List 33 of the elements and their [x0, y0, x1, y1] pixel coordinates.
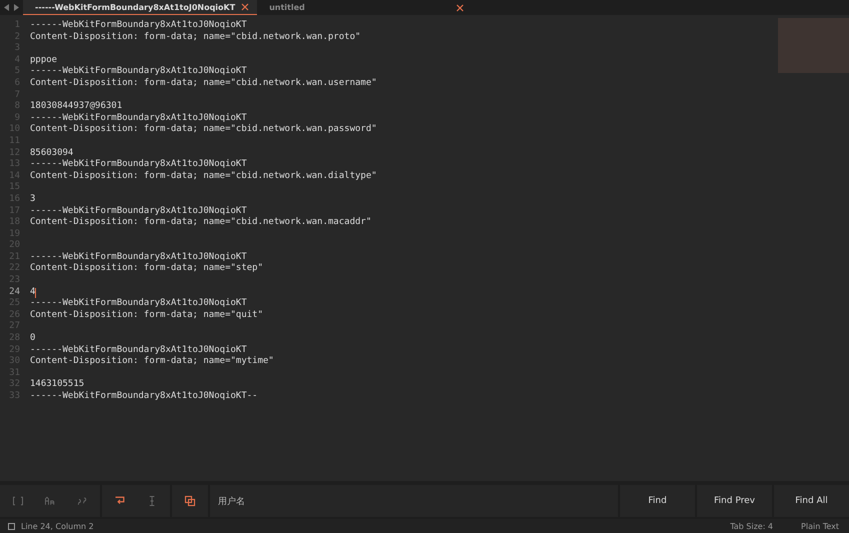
code-line: Content-Disposition: form-data; name="cbid.network.wan.proto"	[30, 32, 361, 44]
code-line: Content-Disposition: form-data; name="cbid.network.wan.password"	[30, 124, 377, 136]
code-line: 1463105515	[30, 379, 84, 391]
find-button[interactable]: Find	[620, 485, 695, 517]
code-line: ------WebKitFormBoundary8xAt1toJ0NoqioKT	[30, 66, 247, 78]
code-line: 0	[30, 333, 36, 345]
code-line: 4	[30, 286, 36, 298]
code-line: 18030844937@96301	[30, 101, 122, 113]
code-line: ------WebKitFormBoundary8xAt1toJ0NoqioKT	[30, 20, 247, 32]
code-line: Content-Disposition: form-data; name="cbid.network.wan.dialtype"	[30, 170, 377, 182]
editor-tab[interactable]: ------WebKitFormBoundary8xAt1toJ0NoqioKT	[23, 0, 258, 15]
code-line: ------WebKitFormBoundary8xAt1toJ0NoqioKT	[30, 206, 247, 217]
code-line: ------WebKitFormBoundary8xAt1toJ0NoqioKT	[30, 298, 247, 310]
cursor-position: Line 24, Column 2	[21, 522, 94, 530]
find-button[interactable]: Find All	[774, 485, 849, 517]
code-line: Content-Disposition: form-data; name="step"	[30, 263, 263, 276]
code-line: ------WebKitFormBoundary8xAt1toJ0NoqioKT	[30, 344, 247, 356]
code-line: ------WebKitFormBoundary8xAt1toJ0NoqioKT	[30, 112, 247, 124]
find-button[interactable]: Find Prev	[697, 485, 772, 517]
code-line: pppoe	[30, 54, 58, 66]
code-line: 3	[30, 194, 36, 206]
code-line: Content-Disposition: form-data; name="cbid.network.wan.username"	[30, 78, 377, 90]
code-line: Content-Disposition: form-data; name="cbid.network.wan.macaddr"	[30, 217, 372, 229]
code-line: ------WebKitFormBoundary8xAt1toJ0NoqioKT	[30, 252, 247, 263]
code-line: ------WebKitFormBoundary8xAt1toJ0NoqioKT	[30, 159, 247, 171]
search-field[interactable]: 用户名	[210, 485, 618, 517]
code-line: Content-Disposition: form-data; name="mytime"	[30, 356, 274, 368]
tab-size[interactable]: Tab Size: 4	[730, 522, 774, 530]
syntax-mode[interactable]: Plain Text	[801, 522, 839, 530]
code-line: Content-Disposition: form-data; name="quit"	[30, 310, 263, 322]
code-line: ------WebKitFormBoundary8xAt1toJ0NoqioKT--	[30, 391, 258, 403]
code-line: 85603094	[30, 148, 74, 159]
line-number: 24	[8, 286, 20, 298]
